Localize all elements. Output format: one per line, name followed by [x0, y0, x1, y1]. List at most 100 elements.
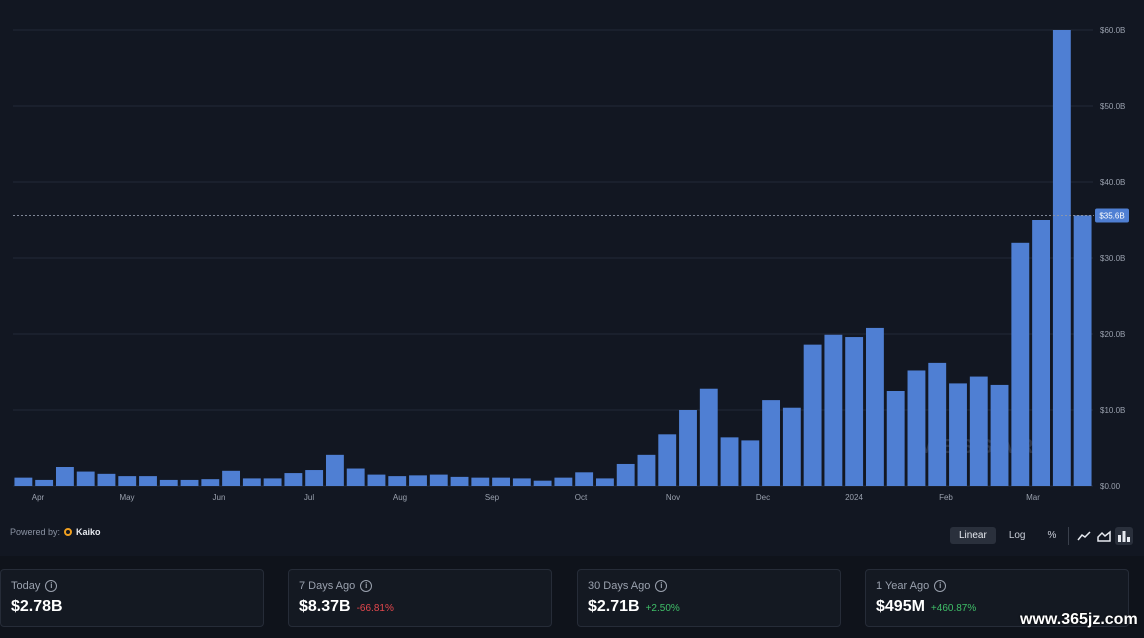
- y-tick-label: $20.0B: [1100, 330, 1125, 339]
- bar[interactable]: [845, 337, 864, 486]
- scale-toggle: Linear Log %: [950, 527, 1065, 544]
- x-tick-label: Nov: [666, 493, 680, 502]
- bar[interactable]: [1032, 220, 1051, 486]
- bar[interactable]: [782, 407, 801, 486]
- bar[interactable]: [886, 391, 905, 486]
- bar[interactable]: [907, 370, 926, 486]
- kaiko-name[interactable]: Kaiko: [76, 527, 101, 537]
- bar[interactable]: [720, 437, 739, 486]
- bar[interactable]: [741, 440, 760, 486]
- bar[interactable]: [35, 479, 54, 486]
- bar[interactable]: [762, 400, 781, 486]
- bar[interactable]: [222, 470, 241, 486]
- y-tick-label: $40.0B: [1100, 178, 1125, 187]
- x-tick-label: Mar: [1026, 493, 1040, 502]
- x-tick-label: May: [119, 493, 134, 502]
- info-icon[interactable]: i: [655, 580, 668, 592]
- powered-by: Powered by: Kaiko: [10, 527, 101, 537]
- bar[interactable]: [471, 477, 490, 486]
- scale-linear-button[interactable]: Linear: [950, 527, 996, 544]
- stat-card-today: Today i $2.78B: [0, 569, 264, 627]
- scale-log-button[interactable]: Log: [1000, 527, 1035, 544]
- bar[interactable]: [1073, 215, 1092, 486]
- area-chart-icon[interactable]: [1095, 527, 1113, 545]
- chart-panel: MESSARI AprMayJunJulAugSepOctNovDec2024F…: [0, 0, 1144, 556]
- bar[interactable]: [990, 384, 1009, 486]
- x-tick-label: Jun: [213, 493, 226, 502]
- bar[interactable]: [305, 470, 324, 486]
- stats-row: Today i $2.78B 7 Days Ago i $8.37B -66.81% …: [0, 569, 1144, 629]
- bar[interactable]: [512, 478, 531, 486]
- bar[interactable]: [367, 474, 386, 486]
- bar[interactable]: [242, 478, 261, 486]
- powered-by-label: Powered by:: [10, 527, 61, 537]
- x-tick-label: Dec: [756, 493, 770, 502]
- info-icon[interactable]: i: [360, 580, 373, 592]
- y-tick-label: $60.0B: [1100, 26, 1125, 35]
- scale-percent-button[interactable]: %: [1039, 527, 1066, 544]
- bar[interactable]: [1011, 242, 1030, 486]
- bar[interactable]: [76, 471, 95, 486]
- stat-change: -66.81%: [356, 603, 394, 614]
- bar[interactable]: [325, 454, 344, 486]
- bar[interactable]: [492, 477, 511, 486]
- bar-chart: MESSARI AprMayJunJulAugSepOctNovDec2024F…: [13, 26, 1129, 502]
- x-tick-label: Apr: [32, 493, 45, 502]
- bar[interactable]: [97, 473, 116, 486]
- bar[interactable]: [284, 473, 303, 486]
- y-tick-label: $10.0B: [1100, 406, 1125, 415]
- bar[interactable]: [928, 362, 947, 486]
- bar[interactable]: [159, 479, 178, 486]
- bar[interactable]: [388, 476, 407, 486]
- bar-chart-icon[interactable]: [1115, 527, 1133, 545]
- stat-label: 1 Year Ago: [876, 580, 930, 592]
- y-tick-label: $30.0B: [1100, 254, 1125, 263]
- y-tick-label: $0.00: [1100, 482, 1121, 491]
- x-tick-label: Sep: [485, 493, 500, 502]
- bar[interactable]: [575, 472, 594, 486]
- bar[interactable]: [865, 327, 884, 486]
- bar[interactable]: [824, 334, 843, 486]
- bar[interactable]: [699, 388, 718, 486]
- bar[interactable]: [450, 476, 469, 486]
- bar[interactable]: [118, 476, 137, 486]
- bar[interactable]: [201, 479, 220, 486]
- stat-change: +460.87%: [930, 603, 977, 614]
- line-chart-icon[interactable]: [1075, 527, 1093, 545]
- bar[interactable]: [616, 463, 635, 486]
- current-value-marker: $35.6B: [13, 208, 1129, 223]
- toggle-divider: [1068, 527, 1069, 545]
- x-tick-label: Feb: [939, 493, 953, 502]
- bar[interactable]: [180, 479, 199, 486]
- stat-value: $8.37B: [299, 598, 351, 615]
- bar[interactable]: [803, 344, 822, 486]
- current-value-label: $35.6B: [1099, 211, 1124, 220]
- bar[interactable]: [533, 480, 552, 486]
- bar[interactable]: [949, 383, 967, 486]
- bar[interactable]: [429, 474, 448, 486]
- bar[interactable]: [55, 467, 74, 486]
- bar[interactable]: [139, 476, 157, 486]
- bar[interactable]: [409, 475, 427, 486]
- site-watermark: www.365jz.com: [1020, 611, 1138, 628]
- x-tick-label: 2024: [845, 493, 863, 502]
- stat-label: 7 Days Ago: [299, 580, 356, 592]
- bar[interactable]: [554, 477, 573, 486]
- bar[interactable]: [658, 434, 677, 486]
- x-tick-label: Oct: [575, 493, 588, 502]
- bar[interactable]: [969, 376, 988, 486]
- bar[interactable]: [1052, 30, 1071, 486]
- bar[interactable]: [263, 478, 282, 486]
- x-tick-label: Jul: [304, 493, 314, 502]
- bar[interactable]: [679, 410, 697, 486]
- stat-label: 30 Days Ago: [588, 580, 651, 592]
- bar[interactable]: [14, 477, 33, 486]
- x-tick-label: Aug: [393, 493, 407, 502]
- bar[interactable]: [595, 478, 614, 486]
- stat-change: +2.50%: [645, 603, 680, 614]
- info-icon[interactable]: i: [45, 580, 58, 592]
- x-axis-ticks: Apr May Jun Jul Aug Sep Oct Nov Dec 2024 Feb Mar: [32, 493, 1040, 502]
- bar[interactable]: [346, 468, 365, 486]
- bar[interactable]: [637, 454, 656, 486]
- info-icon[interactable]: i: [934, 580, 947, 592]
